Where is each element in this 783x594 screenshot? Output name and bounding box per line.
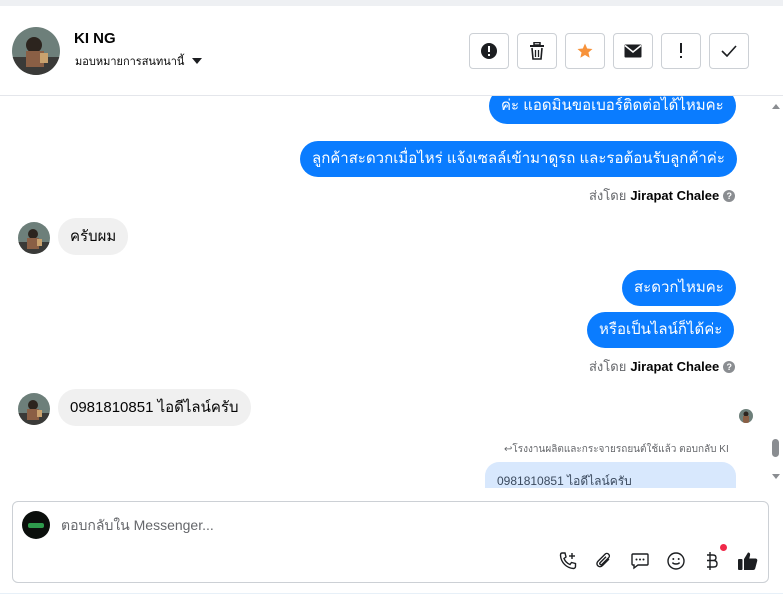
saved-replies-button[interactable] <box>628 549 651 572</box>
contact-name[interactable]: KI NG <box>74 30 116 47</box>
mark-spam-button[interactable] <box>469 33 509 69</box>
follow-up-button[interactable] <box>661 33 701 69</box>
thumbs-up-icon <box>737 552 757 570</box>
sent-by-label: ส่งโดย Jirapat Chalee ? <box>589 185 736 206</box>
contact-avatar[interactable] <box>12 27 60 75</box>
conversation-header: KI NG มอบหมายการสนทนานี้ <box>0 6 783 96</box>
scroll-down-arrow-icon[interactable] <box>772 474 780 479</box>
trash-icon <box>530 42 544 60</box>
checkmark-icon <box>721 45 737 57</box>
scrollbar-thumb[interactable] <box>772 439 779 457</box>
seen-avatar <box>739 409 753 423</box>
reply-composer <box>12 501 769 583</box>
mark-unread-button[interactable] <box>613 33 653 69</box>
sent-by-prefix: ส่งโดย <box>589 188 627 203</box>
outgoing-message[interactable]: ค่ะ แอดมินขอเบอร์ติดต่อได้ไหมคะ <box>489 96 736 124</box>
sent-by-label: ส่งโดย Jirapat Chalee ? <box>589 356 736 377</box>
outgoing-message[interactable]: ลูกค้าสะดวกเมื่อไหร่ แจ้งเซลล์เข้ามาดูรถ… <box>300 141 737 177</box>
emoji-button[interactable] <box>664 549 687 572</box>
assign-conversation-dropdown[interactable]: มอบหมายการสนทนานี้ <box>75 52 203 70</box>
composer-actions <box>556 544 759 572</box>
mark-done-button[interactable] <box>709 33 749 69</box>
assign-label: มอบหมายการสนทนานี้ <box>75 56 185 68</box>
alert-circle-icon <box>481 43 497 59</box>
outgoing-message[interactable]: หรือเป็นไลน์ก็ได้ค่ะ <box>587 312 735 348</box>
page-avatar <box>22 511 50 539</box>
agent-name: Jirapat Chalee <box>630 359 720 374</box>
incoming-message[interactable]: ครับผม <box>58 218 129 255</box>
smiley-icon <box>666 551 685 570</box>
caret-down-icon <box>192 58 203 64</box>
reply-input[interactable] <box>61 517 661 533</box>
info-icon[interactable]: ? <box>723 189 736 202</box>
quoted-reply-message[interactable]: 0981810851 ไอดีไลน์ครับ <box>485 462 736 488</box>
star-icon <box>577 43 593 58</box>
info-icon[interactable]: ? <box>723 360 736 373</box>
sent-by-prefix: ส่งโดย <box>589 359 627 374</box>
chat-bubble-icon <box>630 552 649 569</box>
like-button[interactable] <box>736 549 759 572</box>
message-thread[interactable]: ค่ะ แอดมินขอเบอร์ติดต่อได้ไหมคะ ลูกค้าสะ… <box>0 96 768 488</box>
contact-avatar-small[interactable] <box>18 222 50 254</box>
phone-plus-icon <box>559 551 576 569</box>
paperclip-icon <box>595 552 610 567</box>
call-add-button[interactable] <box>556 549 579 572</box>
chat-scrollbar[interactable] <box>768 96 783 488</box>
outgoing-message[interactable]: สะดวกไหมคะ <box>622 270 736 306</box>
delete-button[interactable] <box>517 33 557 69</box>
reply-context-note: ↩โรงงานผลิตและกระจายรถยนต์ใช้แล้ว ตอบกลั… <box>504 444 729 455</box>
notification-dot <box>720 544 727 551</box>
contact-avatar-small[interactable] <box>18 393 50 425</box>
conversation-toolbar <box>469 33 749 69</box>
incoming-message[interactable]: 0981810851 ไอดีไลน์ครับ <box>58 389 251 426</box>
payment-button[interactable] <box>700 544 727 572</box>
exclamation-icon <box>680 43 682 58</box>
baht-icon <box>706 551 718 570</box>
messenger-inbox-window: KI NG มอบหมายการสนทนานี้ ค่ะ แอดมินขอเบอ… <box>0 0 783 594</box>
attach-button[interactable] <box>592 549 615 572</box>
star-button[interactable] <box>565 33 605 69</box>
scroll-up-arrow-icon[interactable] <box>772 104 780 109</box>
envelope-icon <box>624 44 642 58</box>
agent-name: Jirapat Chalee <box>630 188 720 203</box>
